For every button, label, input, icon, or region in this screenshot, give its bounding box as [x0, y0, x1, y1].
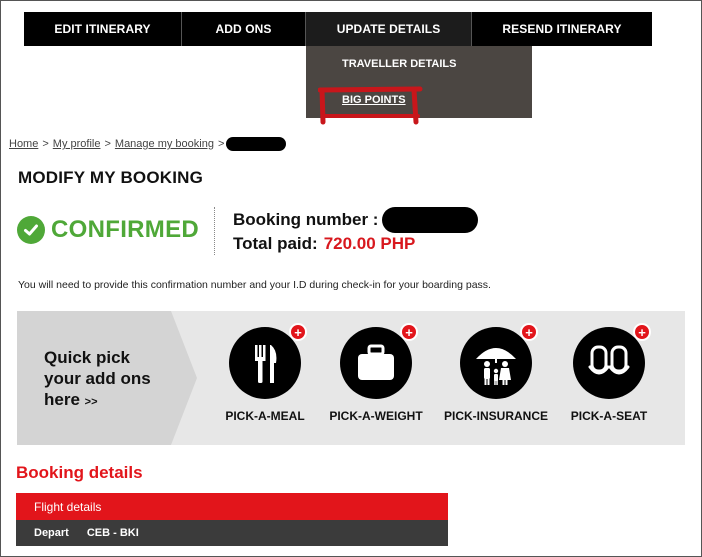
quick-pick-addons: Quick pick your add ons here >> + PICK-A…	[17, 311, 685, 445]
addon-label: PICK-A-WEIGHT	[329, 409, 423, 423]
breadcrumb-separator: >	[104, 138, 111, 150]
breadcrumb-separator: >	[42, 138, 49, 150]
status-label: CONFIRMED	[51, 216, 200, 243]
addons-arrow: >>	[84, 396, 98, 408]
seat-icon: +	[573, 323, 651, 399]
depart-label: Depart	[34, 527, 69, 539]
nav-resend-itinerary[interactable]: RESEND ITINERARY	[472, 12, 652, 46]
addons-headline-line: here	[44, 390, 80, 409]
add-badge: +	[289, 323, 307, 341]
breadcrumb-home[interactable]: Home	[9, 138, 38, 150]
flight-route: CEB - BKI	[86, 527, 139, 539]
addons-headline-line: your add ons	[44, 369, 151, 388]
addon-label: PICK-A-MEAL	[225, 409, 305, 423]
depart-row: Depart CEB - BKI	[16, 520, 448, 546]
breadcrumb: Home > My profile > Manage my booking >	[9, 137, 287, 151]
add-badge: +	[400, 323, 418, 341]
status-confirmed: CONFIRMED	[17, 216, 199, 244]
breadcrumb-manage-booking[interactable]: Manage my booking	[115, 138, 214, 150]
add-badge: +	[633, 323, 651, 341]
booking-summary: Booking number : Total paid: 720.00 PHP	[233, 207, 479, 255]
check-circle-icon	[17, 216, 45, 244]
breadcrumb-my-profile[interactable]: My profile	[53, 138, 101, 150]
top-nav: EDIT ITINERARY ADD ONS UPDATE DETAILS RE…	[24, 12, 652, 46]
red-highlight-mark	[318, 86, 423, 125]
addon-pick-a-seat[interactable]: + PICK-A-SEAT	[549, 323, 669, 423]
addon-pick-insurance[interactable]: + PICK-INSURANCE	[436, 323, 556, 423]
family-umbrella-icon: +	[460, 323, 538, 399]
flight-details-header[interactable]: Flight details	[16, 493, 448, 520]
addon-pick-a-weight[interactable]: + PICK-A-WEIGHT	[316, 323, 436, 423]
nav-add-ons[interactable]: ADD ONS	[182, 12, 306, 46]
addons-headline: Quick pick your add ons here >>	[44, 347, 194, 413]
breadcrumb-separator: >	[217, 138, 225, 150]
page-title: MODIFY MY BOOKING	[18, 168, 204, 187]
addons-headline-line: Quick pick	[44, 348, 130, 367]
luggage-icon: +	[340, 323, 418, 399]
menu-item-traveller-details[interactable]: TRAVELLER DETAILS	[342, 58, 456, 70]
checkin-notice: You will need to provide this confirmati…	[18, 279, 491, 291]
nav-update-details[interactable]: UPDATE DETAILS	[306, 12, 472, 46]
fork-knife-icon: +	[229, 323, 307, 399]
addon-label: PICK-INSURANCE	[443, 409, 548, 423]
booking-details-heading: Booking details	[16, 463, 143, 482]
redacted-booking-number	[382, 207, 479, 233]
nav-edit-itinerary[interactable]: EDIT ITINERARY	[24, 12, 182, 46]
addon-pick-a-meal[interactable]: + PICK-A-MEAL	[205, 323, 325, 423]
total-paid-value: 720.00 PHP	[323, 234, 416, 253]
booking-number-label: Booking number :	[233, 210, 379, 229]
total-paid-label: Total paid:	[233, 234, 318, 253]
add-badge: +	[520, 323, 538, 341]
divider	[214, 207, 215, 255]
addon-label: PICK-A-SEAT	[570, 409, 648, 423]
redacted-booking-ref	[226, 137, 287, 151]
